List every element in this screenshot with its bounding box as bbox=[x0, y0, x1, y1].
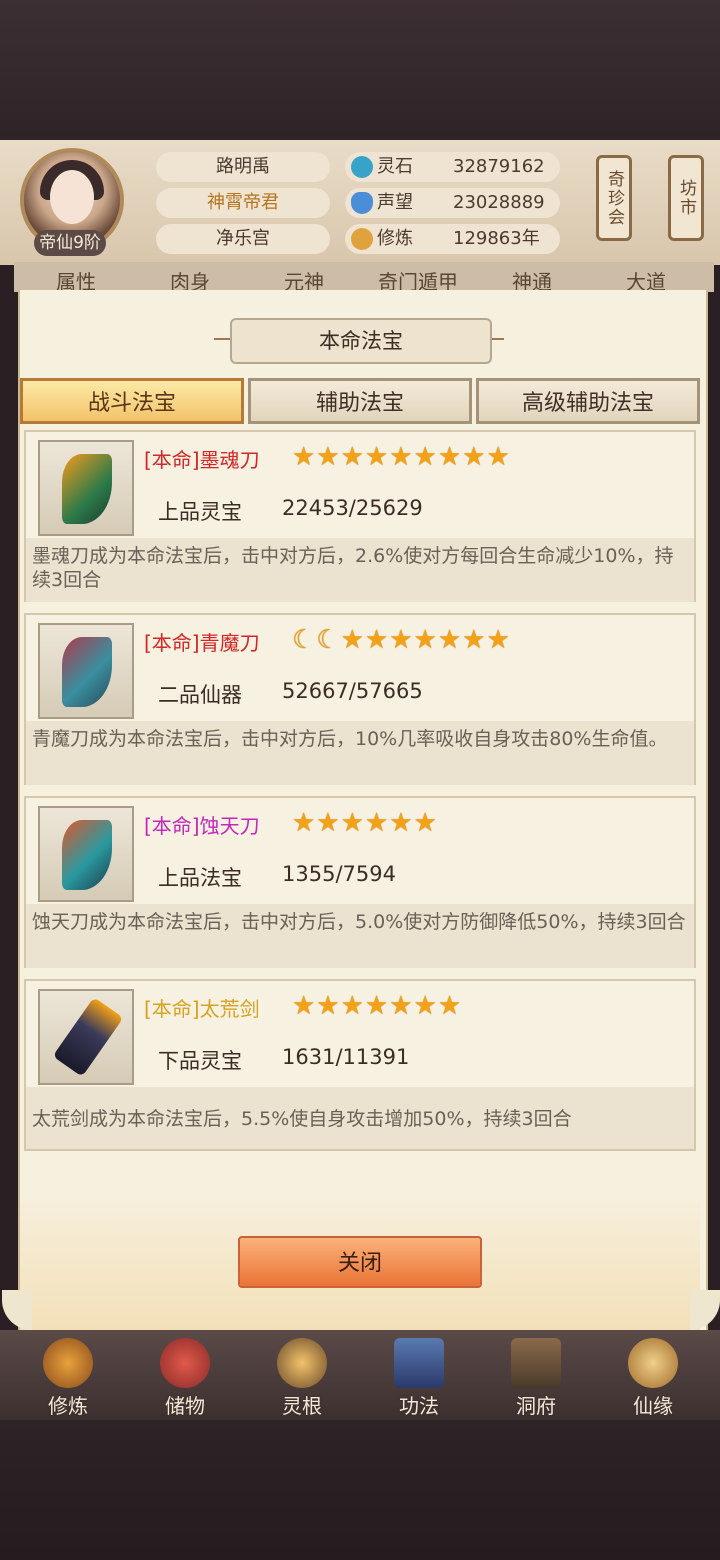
crystal-icon bbox=[351, 192, 373, 214]
resource-spirit-stone: 灵石 32879162 bbox=[345, 152, 560, 182]
moon-icon: ☾☾ bbox=[292, 625, 341, 655]
star-rating: ☾☾★★★★★★★ bbox=[292, 625, 511, 655]
panel-title: 本命法宝 bbox=[230, 318, 492, 364]
scroll-curl-right bbox=[690, 1290, 720, 1330]
book-icon bbox=[394, 1338, 444, 1388]
item-description: 太荒剑成为本命法宝后，5.5%使自身攻击增加50%，持续3回合 bbox=[32, 1108, 572, 1130]
resource-value: 32879162 bbox=[453, 156, 545, 177]
player-sect: 净乐宫 bbox=[156, 224, 330, 254]
item-thumbnail[interactable] bbox=[38, 440, 134, 536]
nav-label: 功法 bbox=[399, 1394, 439, 1418]
cultivate-icon bbox=[43, 1338, 93, 1388]
star-rating: ★★★★★★★★★ bbox=[292, 442, 511, 472]
item-thumbnail[interactable] bbox=[38, 989, 134, 1085]
scroll-curl-left bbox=[2, 1290, 32, 1330]
top-background bbox=[0, 0, 720, 140]
star-rating: ★★★★★★★ bbox=[292, 991, 463, 1021]
resource-label: 声望 bbox=[377, 192, 413, 213]
item-grade: 上品法宝 bbox=[158, 866, 242, 890]
item-thumbnail[interactable] bbox=[38, 623, 134, 719]
nav-label: 储物 bbox=[165, 1394, 205, 1418]
nav-fate[interactable]: 仙缘 bbox=[605, 1336, 701, 1420]
nav-skills[interactable]: 功法 bbox=[371, 1336, 467, 1420]
top-tab-bar: 属性 肉身 元神 奇门遁甲 神通 大道 bbox=[14, 262, 714, 294]
meditation-icon bbox=[351, 228, 373, 250]
blade-icon bbox=[62, 637, 112, 707]
market-button[interactable]: 坊市 bbox=[668, 155, 704, 241]
nav-spirit-root[interactable]: 灵根 bbox=[254, 1336, 350, 1420]
tab-combat-treasure[interactable]: 战斗法宝 bbox=[20, 378, 244, 424]
item-exp: 22453/25629 bbox=[282, 496, 423, 520]
treasure-card[interactable]: [本命]蚀天刀 ★★★★★★ 上品法宝 1355/7594 蚀天刀成为本命法宝后… bbox=[24, 796, 696, 968]
cave-dwelling-icon bbox=[511, 1338, 561, 1388]
item-name: [本命]墨魂刀 bbox=[144, 448, 260, 472]
item-grade: 上品灵宝 bbox=[158, 500, 242, 524]
nav-label: 修炼 bbox=[48, 1394, 88, 1418]
sword-icon bbox=[52, 997, 124, 1077]
nav-label: 洞府 bbox=[516, 1394, 556, 1418]
storage-bag-icon bbox=[160, 1338, 210, 1388]
blade-icon bbox=[62, 454, 112, 524]
item-description: 蚀天刀成为本命法宝后，击中对方后，5.0%使对方防御降低50%，持续3回合 bbox=[32, 911, 686, 933]
item-exp: 1631/11391 bbox=[282, 1045, 410, 1069]
star-icons: ★★★★★★★ bbox=[340, 625, 511, 655]
avatar-face bbox=[50, 170, 94, 224]
star-rating: ★★★★★★ bbox=[292, 808, 438, 838]
item-name: [本命]蚀天刀 bbox=[144, 814, 260, 838]
nav-storage[interactable]: 储物 bbox=[137, 1336, 233, 1420]
resource-label: 修炼 bbox=[377, 228, 413, 249]
item-description: 青魔刀成为本命法宝后，击中对方后，10%几率吸收自身攻击80%生命值。 bbox=[32, 728, 668, 750]
nav-label: 灵根 bbox=[282, 1394, 322, 1418]
player-name: 路明禹 bbox=[156, 152, 330, 182]
treasure-card[interactable]: [本命]青魔刀 ☾☾★★★★★★★ 二品仙器 52667/57665 青魔刀成为… bbox=[24, 613, 696, 785]
bottom-background bbox=[0, 1420, 720, 1560]
item-thumbnail[interactable] bbox=[38, 806, 134, 902]
treasure-fair-button[interactable]: 奇珍会 bbox=[596, 155, 632, 241]
nav-cultivate[interactable]: 修炼 bbox=[20, 1336, 116, 1420]
nav-label: 仙缘 bbox=[633, 1394, 673, 1418]
item-exp: 52667/57665 bbox=[282, 679, 423, 703]
item-grade: 二品仙器 bbox=[158, 683, 242, 707]
item-name: [本命]太荒剑 bbox=[144, 997, 260, 1021]
close-button[interactable]: 关闭 bbox=[238, 1236, 482, 1288]
spirit-root-icon bbox=[277, 1338, 327, 1388]
tab-advanced-support-treasure[interactable]: 高级辅助法宝 bbox=[476, 378, 700, 424]
tab-support-treasure[interactable]: 辅助法宝 bbox=[248, 378, 472, 424]
spirit-stone-icon bbox=[351, 156, 373, 178]
player-title: 神霄帝君 bbox=[156, 188, 330, 218]
resource-cultivation: 修炼 129863年 bbox=[345, 224, 560, 254]
resource-value: 23028889 bbox=[453, 192, 545, 213]
resource-value: 129863年 bbox=[453, 228, 540, 249]
gourd-icon bbox=[628, 1338, 678, 1388]
treasure-card[interactable]: [本命]太荒剑 ★★★★★★★ 下品灵宝 1631/11391 太荒剑成为本命法… bbox=[24, 979, 696, 1151]
resource-reputation: 声望 23028889 bbox=[345, 188, 560, 218]
nav-cave[interactable]: 洞府 bbox=[488, 1336, 584, 1420]
resource-label: 灵石 bbox=[377, 156, 413, 177]
treasure-card[interactable]: [本命]墨魂刀 ★★★★★★★★★ 上品灵宝 22453/25629 墨魂刀成为… bbox=[24, 430, 696, 602]
blade-icon bbox=[62, 820, 112, 890]
rank-badge: 帝仙9阶 bbox=[34, 230, 106, 256]
item-exp: 1355/7594 bbox=[282, 862, 396, 886]
item-description: 墨魂刀成为本命法宝后，击中对方后，2.6%使对方每回合生命减少10%，持续3回合 bbox=[32, 545, 674, 591]
item-name: [本命]青魔刀 bbox=[144, 631, 260, 655]
item-grade: 下品灵宝 bbox=[158, 1049, 242, 1073]
